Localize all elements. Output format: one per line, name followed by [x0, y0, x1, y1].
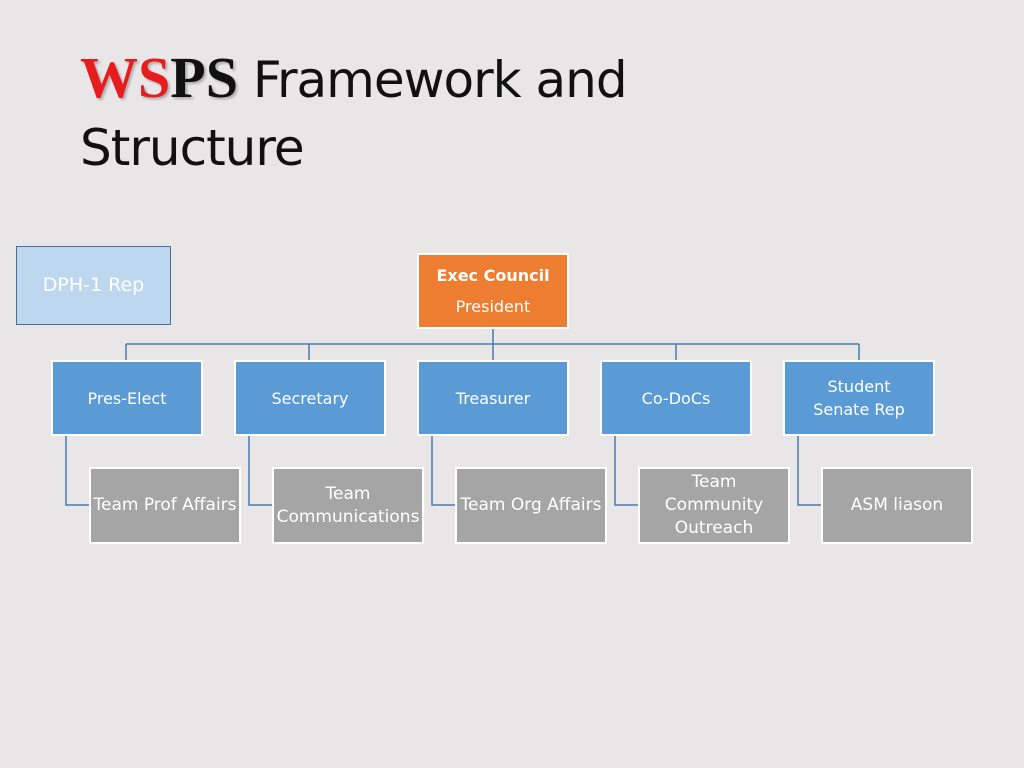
officer-label: Co-DoCs: [641, 388, 711, 408]
team-label: Team Org Affairs: [460, 495, 602, 515]
officer-box-treasurer: Treasurer: [417, 360, 569, 436]
team-box-org-affairs: Team Org Affairs: [455, 467, 607, 544]
team-box-asm-liason: ASM liason: [821, 467, 973, 544]
team-label: Team Community Outreach: [664, 472, 764, 538]
dph-1-rep-box: DPH-1 Rep: [16, 246, 171, 325]
exec-council-box: Exec Council President: [417, 253, 569, 329]
officer-label: Student Senate Rep: [813, 377, 905, 419]
officer-label: Secretary: [271, 388, 349, 408]
officer-box-co-docs: Co-DoCs: [600, 360, 752, 436]
team-label: Team Prof Affairs: [93, 495, 237, 515]
exec-council-subtitle: President: [455, 297, 531, 316]
team-connector-4: [614, 436, 638, 506]
team-connector-1: [65, 436, 89, 506]
officer-box-secretary: Secretary: [234, 360, 386, 436]
team-label: ASM liason: [850, 495, 944, 515]
team-label: Team Communications: [276, 483, 420, 527]
team-box-community-outreach: Team Community Outreach: [638, 467, 790, 544]
officer-box-pres-elect: Pres-Elect: [51, 360, 203, 436]
exec-council-title: Exec Council: [436, 266, 550, 285]
team-box-communications: Team Communications: [272, 467, 424, 544]
team-connector-2: [248, 436, 272, 506]
dph-1-rep-label: DPH-1 Rep: [42, 274, 145, 296]
officer-label: Pres-Elect: [87, 388, 167, 408]
team-connector-3: [431, 436, 455, 506]
team-connector-5: [797, 436, 821, 506]
officer-label: Treasurer: [455, 388, 531, 408]
officer-box-student-senate-rep: Student Senate Rep: [783, 360, 935, 436]
team-box-prof-affairs: Team Prof Affairs: [89, 467, 241, 544]
